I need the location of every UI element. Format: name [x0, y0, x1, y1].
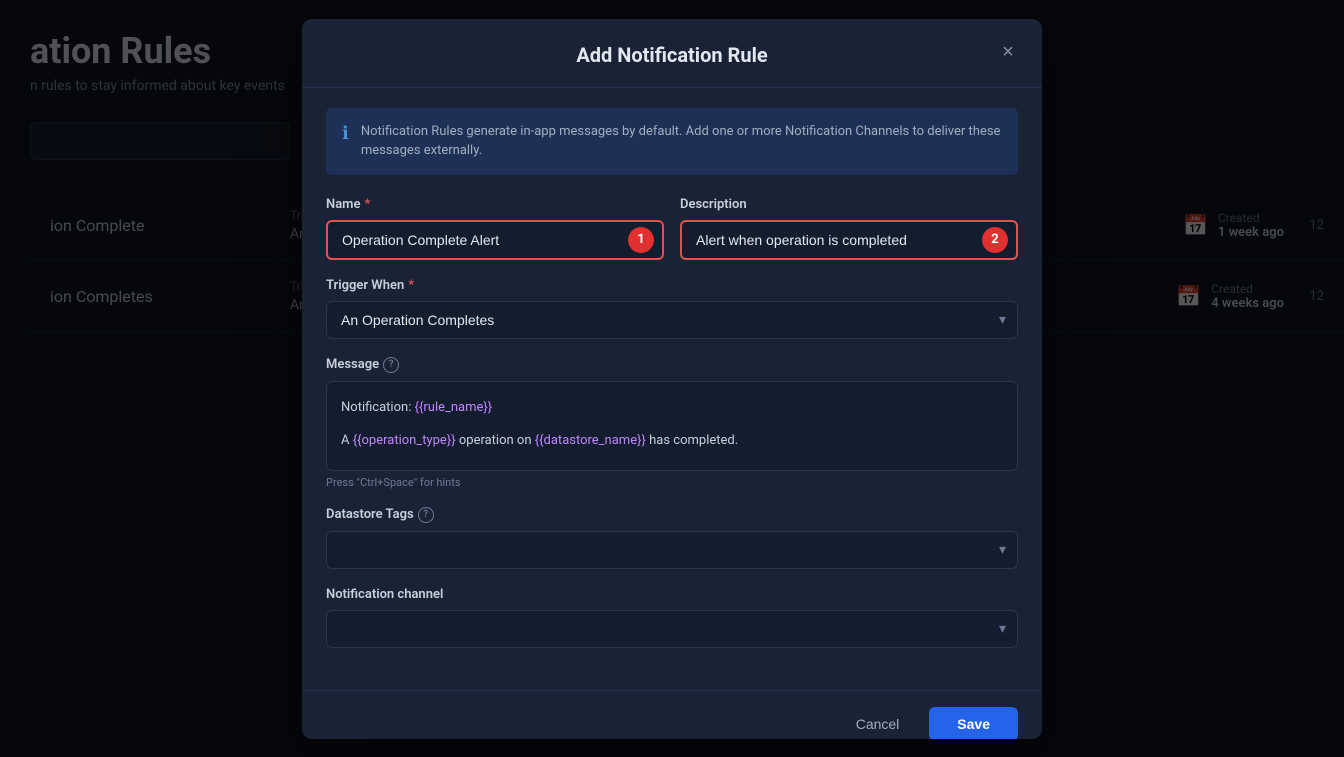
notification-channel-label: Notification channel	[326, 587, 1018, 602]
cancel-button[interactable]: Cancel	[840, 708, 916, 739]
notification-channel-select-wrapper: ▾	[326, 610, 1018, 648]
info-banner: ℹ Notification Rules generate in-app mes…	[326, 108, 1018, 175]
message-group: Message ? Notification: {{rule_name}} A …	[326, 357, 1018, 489]
message-help-icon[interactable]: ?	[383, 357, 399, 373]
description-input-wrapper: 2	[680, 220, 1018, 260]
name-required: *	[364, 197, 370, 212]
datastore-tags-label: Datastore Tags ?	[326, 507, 1018, 523]
trigger-group: Trigger When * An Operation Completes ▾	[326, 278, 1018, 339]
name-description-row: Name * 1 Description 2	[326, 197, 1018, 260]
modal-footer: Cancel Save	[302, 690, 1042, 739]
message-hint: Press "Ctrl+Space" for hints	[326, 476, 1018, 489]
name-input-wrapper: 1	[326, 220, 664, 260]
description-group: Description 2	[680, 197, 1018, 260]
name-group: Name * 1	[326, 197, 664, 260]
modal-body: ℹ Notification Rules generate in-app mes…	[302, 88, 1042, 690]
notification-channel-select[interactable]	[326, 610, 1018, 648]
save-button[interactable]: Save	[929, 707, 1018, 739]
name-input[interactable]	[326, 220, 664, 260]
modal-overlay: Add Notification Rule × ℹ Notification R…	[0, 0, 1344, 757]
info-icon: ℹ	[342, 123, 349, 144]
step-2-badge: 2	[982, 227, 1008, 253]
description-input[interactable]	[680, 220, 1018, 260]
datastore-tags-group: Datastore Tags ? ▾	[326, 507, 1018, 569]
description-label: Description	[680, 197, 1018, 212]
trigger-select[interactable]: An Operation Completes	[326, 301, 1018, 339]
notification-channel-group: Notification channel ▾	[326, 587, 1018, 648]
name-label: Name *	[326, 197, 664, 212]
message-content[interactable]: Notification: {{rule_name}} A {{operatio…	[326, 381, 1018, 471]
modal-header: Add Notification Rule ×	[302, 19, 1042, 88]
modal-title: Add Notification Rule	[322, 43, 1022, 67]
info-text: Notification Rules generate in-app messa…	[361, 122, 1002, 161]
trigger-select-wrapper: An Operation Completes ▾	[326, 301, 1018, 339]
message-line-1: Notification: {{rule_name}}	[341, 396, 1003, 419]
step-1-badge: 1	[628, 227, 654, 253]
trigger-required: *	[408, 278, 414, 293]
message-label: Message ?	[326, 357, 1018, 373]
datastore-tags-select-wrapper: ▾	[326, 531, 1018, 569]
add-notification-rule-modal: Add Notification Rule × ℹ Notification R…	[302, 19, 1042, 739]
trigger-label: Trigger When *	[326, 278, 1018, 293]
datastore-tags-select[interactable]	[326, 531, 1018, 569]
close-button[interactable]: ×	[994, 39, 1022, 67]
message-line-2: A {{operation_type}} operation on {{data…	[341, 429, 1003, 452]
datastore-tags-help-icon[interactable]: ?	[418, 507, 434, 523]
